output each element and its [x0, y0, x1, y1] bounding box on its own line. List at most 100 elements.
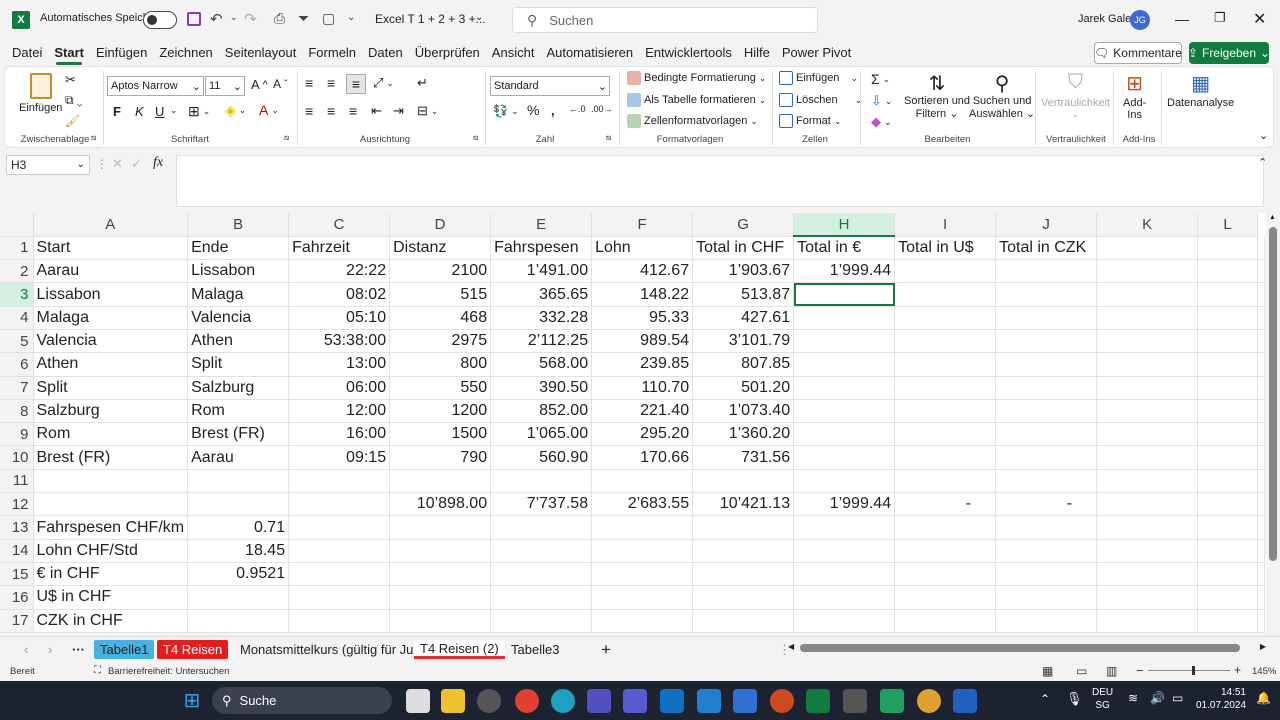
cell-J2[interactable] [995, 259, 1098, 284]
cell-E11[interactable] [490, 469, 593, 494]
row-header[interactable]: 11 [0, 469, 34, 494]
cell-A7[interactable]: Split [33, 376, 189, 400]
cell-A14[interactable]: Lohn CHF/Std [33, 539, 189, 563]
cell-E2[interactable]: 1’491.00 [490, 259, 593, 284]
menu-ansicht[interactable]: Ansicht [486, 40, 541, 66]
cell-L1[interactable] [1197, 236, 1259, 261]
sheet-tab-tabelle3[interactable]: Tabelle3 [505, 640, 565, 659]
cell-C15[interactable] [288, 562, 391, 587]
cell-K5[interactable] [1096, 329, 1199, 354]
cell-I4[interactable] [894, 306, 997, 330]
onenote-icon[interactable] [623, 689, 647, 713]
cell-E1[interactable]: Fahrspesen [490, 236, 593, 261]
cell-H12[interactable]: 1’999.44 [793, 492, 896, 517]
cell-C3[interactable]: 08:02 [288, 282, 391, 307]
delete-cells-button[interactable]: Löschen ⌄ [779, 93, 862, 107]
cell-F1[interactable]: Lohn [591, 236, 694, 261]
cell-I6[interactable] [894, 352, 997, 377]
cell-G4[interactable]: 427.61 [692, 306, 795, 330]
cell-H17[interactable] [793, 609, 896, 633]
cell-E8[interactable]: 852.00 [490, 399, 593, 424]
formula-input[interactable] [176, 155, 1264, 207]
cell-G6[interactable]: 807.85 [692, 352, 795, 377]
menu-zeichnen[interactable]: Zeichnen [153, 40, 218, 66]
cell-H16[interactable] [793, 585, 896, 610]
cell-I12[interactable]: - [894, 492, 997, 517]
cell-H6[interactable] [793, 352, 896, 377]
cell-F7[interactable]: 110.70 [591, 376, 694, 400]
cell-C8[interactable]: 12:00 [288, 399, 391, 424]
cell-F12[interactable]: 2’683.55 [591, 492, 694, 517]
cell-J15[interactable] [995, 562, 1098, 587]
cell-K3[interactable] [1096, 282, 1199, 307]
app-icon[interactable] [477, 689, 501, 713]
sheet-tab-t4-reisen-2-active[interactable]: T4 Reisen (2) [414, 640, 505, 659]
cell-D13[interactable] [389, 515, 492, 540]
share-button[interactable]: ⇪ Freigeben ⌄ [1188, 42, 1270, 64]
sort-filter-button[interactable]: ⇅ Sortieren und Filtern ⌄ [904, 71, 970, 120]
cell-A3[interactable]: Lissabon [33, 282, 189, 307]
cell-C14[interactable] [288, 539, 391, 563]
cell-A17[interactable]: CZK in CHF [33, 609, 189, 633]
cell-K11[interactable] [1096, 469, 1199, 494]
menu-hilfe[interactable]: Hilfe [738, 40, 776, 66]
cell-E13[interactable] [490, 515, 593, 540]
cell-J12[interactable]: - [995, 492, 1098, 517]
align-left-icon[interactable]: ≡ [305, 103, 313, 119]
borders-icon[interactable]: ⊞ ⌄ [188, 103, 210, 120]
redo-icon[interactable]: ↷ [244, 10, 257, 28]
cell-G2[interactable]: 1’903.67 [692, 259, 795, 284]
cell-G12[interactable]: 10’421.13 [692, 492, 795, 517]
app-icon[interactable] [880, 689, 904, 713]
cell-A8[interactable]: Salzburg [33, 399, 189, 424]
column-header[interactable]: F [591, 213, 694, 237]
row-header[interactable]: 15 [0, 562, 34, 587]
merge-center-icon[interactable]: ⊟ ⌄ [417, 103, 438, 119]
alignment-launcher-icon[interactable]: ⧅ [473, 133, 478, 143]
cell-L9[interactable] [1197, 422, 1259, 447]
cell-I15[interactable] [894, 562, 997, 587]
comma-style-icon[interactable]: , [551, 103, 555, 118]
cell-J5[interactable] [995, 329, 1098, 354]
column-header[interactable]: A [33, 213, 189, 237]
cell-G16[interactable] [692, 585, 795, 610]
cell-E14[interactable] [490, 539, 593, 563]
row-header[interactable]: 13 [0, 515, 34, 540]
cell-E7[interactable]: 390.50 [490, 376, 593, 400]
calendar-icon[interactable] [733, 689, 757, 713]
volume-icon[interactable]: 🔊 [1150, 691, 1165, 705]
clear-icon[interactable]: ◆ ⌄ [871, 114, 892, 130]
cell-K7[interactable] [1096, 376, 1199, 400]
cell-L7[interactable] [1197, 376, 1259, 400]
accounting-format-icon[interactable]: 💱 ⌄ [493, 104, 519, 118]
column-header[interactable]: G [692, 213, 795, 237]
cell-L12[interactable] [1197, 492, 1259, 517]
cell-D6[interactable]: 800 [389, 352, 492, 377]
cell-B11[interactable] [187, 469, 290, 494]
cell-J16[interactable] [995, 585, 1098, 610]
font-size-select[interactable]: 11 ⌄ [205, 76, 245, 96]
maximize-icon[interactable]: ❐ [1214, 10, 1226, 26]
clipboard-launcher-icon[interactable]: ⧅ [91, 133, 96, 143]
close-icon[interactable]: ✕ [1253, 9, 1266, 29]
cell-F3[interactable]: 148.22 [591, 282, 694, 307]
cell-L10[interactable] [1197, 445, 1259, 470]
row-header[interactable]: 17 [0, 609, 34, 633]
row-header[interactable]: 5 [0, 329, 34, 354]
cell-G13[interactable] [692, 515, 795, 540]
cell-styles-button[interactable]: Zellenformatvorlagen ⌄ [627, 114, 758, 128]
shrink-font-icon[interactable]: Aˇ [273, 77, 287, 91]
cell-B1[interactable]: Ende [187, 236, 290, 261]
accessibility-status[interactable]: Barrierefreiheit: Untersuchen [108, 666, 229, 677]
cell-L16[interactable] [1197, 585, 1259, 610]
name-box[interactable]: H3 ⌄ [6, 155, 90, 175]
horizontal-scrollbar[interactable]: ◀ ▶ [788, 641, 1266, 655]
cell-D16[interactable] [389, 585, 492, 610]
menu-seitenlayout[interactable]: Seitenlayout [219, 40, 303, 66]
add-sheet-icon[interactable]: + [595, 640, 617, 659]
cell-J3[interactable] [995, 282, 1098, 307]
row-header[interactable]: 9 [0, 422, 34, 447]
edge-icon[interactable] [551, 689, 575, 713]
cell-I8[interactable] [894, 399, 997, 424]
cell-E15[interactable] [490, 562, 593, 587]
